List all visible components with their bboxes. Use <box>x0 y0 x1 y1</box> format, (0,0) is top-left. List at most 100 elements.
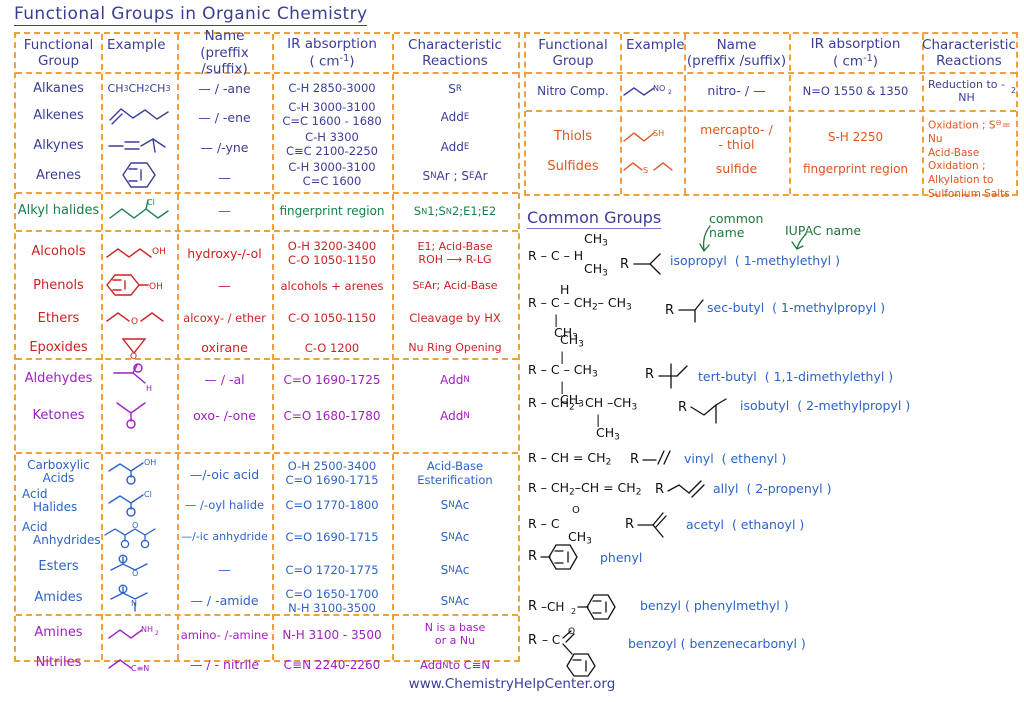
name-tert-butyl: tert-butyl ( 1,1-dimethylethyl ) <box>698 369 894 384</box>
name-acetyl: acetyl ( ethanoyl ) <box>686 517 805 532</box>
svg-text:SH: SH <box>653 129 664 138</box>
name-cell: oxo- /-one <box>193 408 256 424</box>
svg-text:N: N <box>131 599 137 608</box>
header-example: Example <box>626 37 685 53</box>
example-ester-structure: O <box>101 553 177 583</box>
reaction-cell: SR <box>448 81 462 96</box>
ir-cell: O-H 3200-3400 C-O 1050-1150 <box>287 238 377 267</box>
example-acid-halide-structure: Cl <box>101 488 177 518</box>
ir-cell: C-H 2850-3000 <box>288 80 376 95</box>
formula-vinyl: R – CH = CH2 <box>528 450 612 468</box>
functional-groups-table-left: Functional Group Example Name (preffix /… <box>14 28 520 673</box>
ir-cell: C-H 3300 C≡C 2100-2250 <box>285 129 379 158</box>
example-aldehyde-structure: H <box>101 363 177 394</box>
reaction-cell: Reduction to -NH 2 <box>927 77 1016 104</box>
table-row-label: Arenes <box>36 168 81 184</box>
example-nitro-structure: NO 2 <box>620 78 684 104</box>
svg-text:S: S <box>643 166 648 175</box>
name-cell: —/-oic acid <box>189 467 260 483</box>
ir-cell: C=O 1650-1700 N-H 3100-3500 <box>285 586 379 615</box>
reaction-cell: Add N to C≡N <box>420 657 490 672</box>
svg-text:O: O <box>132 521 138 530</box>
reaction-cell: S N Ac <box>440 497 470 512</box>
svg-text:2: 2 <box>571 607 576 616</box>
header-name: Name (preffix /suffix) <box>686 36 787 69</box>
name-vinyl: vinyl ( ethenyl ) <box>684 451 787 466</box>
table-row-label: Thiols <box>553 129 593 145</box>
ir-unit: ( cm-1) <box>832 52 879 70</box>
name-cell: sulfide <box>715 161 758 177</box>
name-isopropyl: isopropyl ( 1-methylethyl ) <box>670 253 840 268</box>
row-divider <box>526 72 1016 74</box>
svg-text:H: H <box>146 384 152 393</box>
header-ir-absorption: IR absorption ( cm-1) <box>810 36 901 70</box>
skeletal-acetyl: R <box>625 512 667 538</box>
example-amine-structure: NH 2 <box>101 620 177 646</box>
name-cell: — / -amide <box>190 593 259 609</box>
svg-text:R: R <box>528 549 537 564</box>
ir-cell: C=O 1720-1775 <box>285 562 379 577</box>
svg-text:R: R <box>630 452 639 467</box>
example-carboxylic-acid-structure: OH <box>101 456 177 486</box>
svg-text:R: R <box>645 367 654 382</box>
row-divider <box>16 192 518 194</box>
name-cell: mercapto- / - thiol <box>700 121 773 152</box>
example-ketone-structure <box>101 400 177 430</box>
table-row-label: Amides <box>34 590 83 606</box>
name-cell: — / - nitrile <box>189 657 260 673</box>
example-alkyne-structure <box>101 132 177 158</box>
svg-text:R: R <box>625 517 634 532</box>
example-epoxide-structure: O <box>101 334 177 362</box>
row-divider <box>526 110 1016 112</box>
table-row-label: Alkynes <box>33 138 84 154</box>
svg-text:–CH: –CH <box>541 600 564 614</box>
svg-text:2: 2 <box>668 89 672 96</box>
ir-unit: ( cm-1) <box>309 52 355 70</box>
header-characteristic-reactions: Characteristic Reactions <box>408 36 502 69</box>
example-alkane-formula: CH 3 CH 2 CH 3 <box>107 82 171 96</box>
formula-phenyl: R <box>528 544 578 570</box>
name-cell: — / -al <box>204 372 245 388</box>
svg-text:R: R <box>528 599 537 614</box>
reaction-cell: Oxidation ; S⊖= Nu Acid-Base Oxidation ;… <box>928 118 1011 200</box>
svg-text:O: O <box>131 317 138 327</box>
reaction-cell: Add E <box>440 139 470 154</box>
skeletal-vinyl: R <box>630 450 671 467</box>
table-row-label: Alkyl halides <box>17 203 100 219</box>
svg-text:OH: OH <box>144 458 156 467</box>
example-thiol-structure: SH <box>620 124 684 148</box>
functional-groups-table-right: Functional Group Example Name (preffix /… <box>524 32 1018 200</box>
table-row-label: Acid Halides <box>22 487 78 515</box>
formula-isopropyl: CH3 R – C – H CH3 <box>528 231 608 279</box>
name-cell: — / -ene <box>198 110 251 126</box>
name-cell: hydroxy-/-ol <box>187 246 262 262</box>
name-cell: — /-oyl halide <box>184 497 265 512</box>
ir-cell: alcohols + arenes <box>280 278 384 293</box>
reaction-cell: E1; Acid-Base ROH ⟶ R-LG <box>417 239 493 266</box>
formula-isobutyl: R – CH2– CH –CH3 | CH3 <box>528 395 638 443</box>
name-cell: nitro- / — <box>707 83 766 99</box>
reaction-cell: S N Ac <box>440 593 470 608</box>
ir-cell: fingerprint region <box>802 161 909 176</box>
table-row-label: Ethers <box>37 311 80 327</box>
name-cell: —/-ic anhydride <box>181 530 268 544</box>
skeletal-isobutyl: R <box>678 398 727 424</box>
reaction-cell: S N Ac <box>440 562 470 577</box>
example-arene-structure <box>101 160 177 190</box>
ir-cell: C=O 1690-1725 <box>283 372 381 387</box>
name-sec-butyl: sec-butyl ( 1-methylpropyl ) <box>707 300 886 315</box>
svg-text:R: R <box>655 482 664 497</box>
table-row-label: Ketones <box>32 408 85 424</box>
name-cell: — /-yne <box>200 140 249 156</box>
example-alcohol-structure: OH <box>101 240 177 264</box>
name-cell: oxirane <box>201 340 248 356</box>
row-divider <box>16 614 518 616</box>
table-row-label: Phenols <box>33 278 84 294</box>
name-cell: — <box>218 203 231 219</box>
table-row-label: Nitriles <box>35 655 82 671</box>
header-name: Name (preffix /suffix) <box>200 28 249 78</box>
reaction-cell: S N Ac <box>440 529 470 544</box>
ir-cell: C≡N 2240-2260 <box>283 657 381 672</box>
name-benzoyl: benzoyl ( benzenecarbonyl ) <box>628 636 806 651</box>
svg-text:C≡N: C≡N <box>131 664 149 673</box>
